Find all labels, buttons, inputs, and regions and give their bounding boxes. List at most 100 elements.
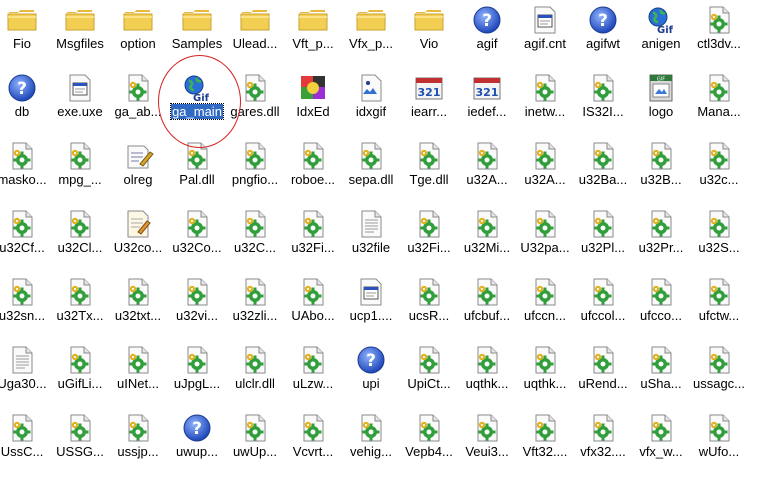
file-item[interactable]: UssC... <box>0 408 51 474</box>
file-item[interactable]: ? agifwt <box>574 0 632 66</box>
file-item[interactable]: uINet... <box>109 340 167 406</box>
file-item[interactable]: u32C... <box>226 204 284 270</box>
file-item[interactable]: u32Fi... <box>284 204 342 270</box>
file-item[interactable]: olreg <box>109 136 167 202</box>
file-item[interactable]: mpg_... <box>51 136 109 202</box>
file-item[interactable]: Fio <box>0 0 51 66</box>
file-item[interactable]: u32Ba... <box>574 136 632 202</box>
file-item[interactable]: masko... <box>0 136 51 202</box>
file-item[interactable]: Vft32.... <box>516 408 574 474</box>
file-item[interactable]: Mana... <box>690 68 748 134</box>
file-icon-grid: Fio Msgfiles option Samples Ulead... Vft_p...… <box>0 0 763 481</box>
file-item[interactable]: GIF logo <box>632 68 690 134</box>
file-item[interactable]: gares.dll <box>226 68 284 134</box>
file-item[interactable]: uGifLi... <box>51 340 109 406</box>
file-item[interactable]: Veui3... <box>458 408 516 474</box>
file-item[interactable]: ? upi <box>342 340 400 406</box>
file-item[interactable]: u32vi... <box>168 272 226 338</box>
file-item[interactable]: ucp1.... <box>342 272 400 338</box>
file-item[interactable]: u32Co... <box>168 204 226 270</box>
dll-icon <box>181 208 213 240</box>
file-item[interactable]: idxgif <box>342 68 400 134</box>
file-item[interactable]: uwUp... <box>226 408 284 474</box>
file-item[interactable]: vfx32.... <box>574 408 632 474</box>
file-item[interactable]: Vfx_p... <box>342 0 400 66</box>
file-item[interactable]: u32file <box>342 204 400 270</box>
file-item[interactable]: IdxEd <box>284 68 342 134</box>
file-item[interactable]: Msgfiles <box>51 0 109 66</box>
file-item[interactable]: U32pa... <box>516 204 574 270</box>
file-item[interactable]: Vio <box>400 0 458 66</box>
file-item[interactable]: u32Cf... <box>0 204 51 270</box>
file-item[interactable]: roboe... <box>284 136 342 202</box>
file-item[interactable]: u32Tx... <box>51 272 109 338</box>
file-item[interactable]: ufccn... <box>516 272 574 338</box>
file-item[interactable]: ucsR... <box>400 272 458 338</box>
file-item[interactable]: uRend... <box>574 340 632 406</box>
file-item[interactable]: uLzw... <box>284 340 342 406</box>
file-item[interactable]: Gif ga_main <box>168 68 226 134</box>
svg-text:321: 321 <box>476 86 499 99</box>
dll-icon <box>529 412 561 444</box>
file-item[interactable]: u32txt... <box>109 272 167 338</box>
file-item[interactable]: uqthk... <box>516 340 574 406</box>
dll-icon <box>587 344 619 376</box>
file-item[interactable]: ufctw... <box>690 272 748 338</box>
file-item[interactable]: ? agif <box>458 0 516 66</box>
file-item[interactable]: pngfio... <box>226 136 284 202</box>
file-item[interactable]: ga_ab... <box>109 68 167 134</box>
file-item[interactable]: vehig... <box>342 408 400 474</box>
file-item[interactable]: u32Pr... <box>632 204 690 270</box>
file-item[interactable]: ? db <box>0 68 51 134</box>
file-item[interactable]: ussjp... <box>109 408 167 474</box>
file-item[interactable]: Vft_p... <box>284 0 342 66</box>
file-item[interactable]: agif.cnt <box>516 0 574 66</box>
file-item[interactable]: u32c... <box>690 136 748 202</box>
file-item[interactable]: ctl3dv... <box>690 0 748 66</box>
file-item[interactable]: u32S... <box>690 204 748 270</box>
file-item[interactable]: ? uwup... <box>168 408 226 474</box>
file-item[interactable]: u32Cl... <box>51 204 109 270</box>
file-item[interactable]: u32A... <box>516 136 574 202</box>
file-item-label: Vft32.... <box>512 444 578 460</box>
file-item[interactable]: u32Fi... <box>400 204 458 270</box>
file-item[interactable]: UpiCt... <box>400 340 458 406</box>
file-item[interactable]: wUfo... <box>690 408 748 474</box>
file-item-label-text: Fio <box>12 36 32 51</box>
file-item[interactable]: Vcvrt... <box>284 408 342 474</box>
file-item[interactable]: Pal.dll <box>168 136 226 202</box>
file-item[interactable]: Vepb4... <box>400 408 458 474</box>
file-item[interactable]: 321 iearr... <box>400 68 458 134</box>
file-item[interactable]: Gif anigen <box>632 0 690 66</box>
file-item[interactable]: ussagc... <box>690 340 748 406</box>
file-item[interactable]: inetw... <box>516 68 574 134</box>
file-item[interactable]: u32A... <box>458 136 516 202</box>
file-item[interactable]: u32sn... <box>0 272 51 338</box>
file-item[interactable]: UAbo... <box>284 272 342 338</box>
file-item[interactable]: exe.uxe <box>51 68 109 134</box>
file-item[interactable]: sepa.dll <box>342 136 400 202</box>
file-item[interactable]: USSG... <box>51 408 109 474</box>
dll-icon <box>471 412 503 444</box>
file-item[interactable]: uJpgL... <box>168 340 226 406</box>
file-item[interactable]: Ulead... <box>226 0 284 66</box>
file-item[interactable]: Samples <box>168 0 226 66</box>
file-item[interactable]: ufcco... <box>632 272 690 338</box>
file-item[interactable]: ufccol... <box>574 272 632 338</box>
file-item[interactable]: Tge.dll <box>400 136 458 202</box>
file-item[interactable]: u32B... <box>632 136 690 202</box>
file-item[interactable]: u32Pl... <box>574 204 632 270</box>
file-item[interactable]: ufcbuf... <box>458 272 516 338</box>
file-item[interactable]: vfx_w... <box>632 408 690 474</box>
file-item[interactable]: u32Mi... <box>458 204 516 270</box>
file-item[interactable]: IS32I... <box>574 68 632 134</box>
file-item[interactable]: Uga30... <box>0 340 51 406</box>
file-item-label: wUfo... <box>686 444 752 460</box>
file-item[interactable]: U32co... <box>109 204 167 270</box>
file-item[interactable]: ulclr.dll <box>226 340 284 406</box>
file-item[interactable]: option <box>109 0 167 66</box>
file-item[interactable]: uSha... <box>632 340 690 406</box>
file-item[interactable]: u32zli... <box>226 272 284 338</box>
file-item[interactable]: uqthk... <box>458 340 516 406</box>
file-item[interactable]: 321 iedef... <box>458 68 516 134</box>
